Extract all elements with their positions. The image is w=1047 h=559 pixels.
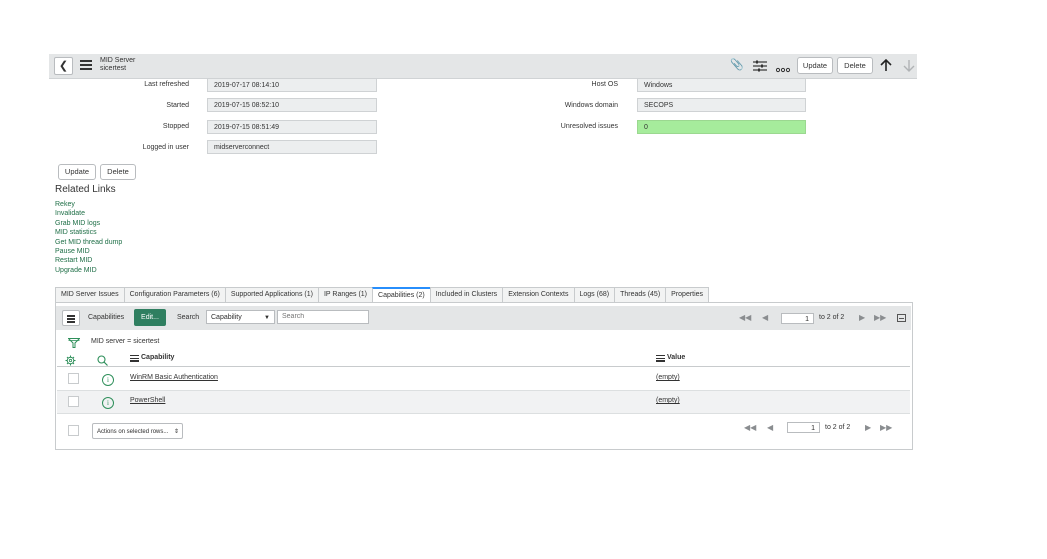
logged-in-user-label: Logged in user [142, 144, 189, 151]
link-pause-mid[interactable]: Pause MID [55, 248, 90, 255]
link-rekey[interactable]: Rekey [55, 201, 75, 208]
next-page-icon[interactable]: ▶ [859, 313, 865, 322]
chevron-updown-icon: ⇕ [173, 429, 179, 435]
link-get-mid-thread-dump[interactable]: Get MID thread dump [55, 239, 122, 246]
form-delete-button[interactable]: Delete [100, 164, 136, 180]
chevron-down-icon: ▼ [264, 315, 270, 321]
last-refreshed-field[interactable]: 2019-07-17 08:14:10 [207, 78, 377, 92]
page-input-bottom[interactable]: 1 [787, 422, 820, 433]
filter-icon[interactable] [67, 335, 81, 348]
link-upgrade-mid[interactable]: Upgrade MID [55, 267, 97, 274]
list-title: Capabilities [88, 314, 125, 321]
first-page-icon[interactable]: ◀◀ [739, 313, 751, 322]
last-refreshed-label: Last refreshed [144, 81, 189, 88]
hamburger-menu-icon [67, 315, 75, 323]
related-links-title: Related Links [55, 184, 116, 195]
host-os-field[interactable]: Windows [637, 78, 806, 92]
tab-supported-applications[interactable]: Supported Applications (1) [224, 287, 319, 302]
search-field-select[interactable]: Capability ▼ [206, 310, 275, 324]
windows-domain-label: Windows domain [564, 102, 618, 109]
last-page-icon[interactable]: ▶▶ [880, 423, 892, 432]
capability-link[interactable]: PowerShell [130, 397, 165, 404]
link-invalidate[interactable]: Invalidate [55, 210, 85, 217]
tab-properties[interactable]: Properties [665, 287, 710, 302]
page-total-top: to 2 of 2 [819, 314, 845, 321]
link-grab-mid-logs[interactable]: Grab MID logs [55, 220, 100, 227]
paperclip-icon[interactable]: 📎 [730, 59, 744, 71]
header-delete-button[interactable]: Delete [837, 57, 873, 74]
actions-select[interactable]: Actions on selected rows... ⇕ [92, 423, 183, 439]
unresolved-issues-label: Unresolved issues [560, 123, 618, 130]
sliders-icon[interactable] [753, 59, 767, 72]
related-list-tabs: MID Server Issues Configuration Paramete… [55, 287, 710, 302]
tab-extension-contexts[interactable]: Extension Contexts [502, 287, 575, 302]
search-field-value: Capability [211, 314, 242, 321]
header-update-button[interactable]: Update [797, 57, 833, 74]
tab-included-in-clusters[interactable]: Included in Clusters [429, 287, 504, 302]
gear-icon[interactable] [65, 353, 76, 366]
page-total-bottom: to 2 of 2 [825, 424, 851, 431]
page-input-top[interactable]: 1 [781, 313, 814, 324]
logged-in-user-field[interactable]: midserverconnect [207, 140, 377, 154]
host-os-label: Host OS [591, 81, 618, 88]
next-page-icon[interactable]: ▶ [865, 423, 871, 432]
tab-logs[interactable]: Logs (68) [573, 287, 616, 302]
info-icon[interactable]: i [102, 397, 114, 409]
column-header-value[interactable]: Value [667, 354, 685, 361]
row-divider [57, 413, 910, 414]
search-label: Search [177, 314, 200, 321]
last-page-icon[interactable]: ▶▶ [874, 313, 886, 322]
prev-page-icon[interactable]: ◀ [767, 423, 773, 432]
record-type-title: MID Server [100, 57, 136, 64]
search-input[interactable] [277, 310, 369, 324]
back-button[interactable]: ❮ [54, 57, 73, 75]
column-header-capability[interactable]: Capability [141, 354, 174, 361]
arrow-up-icon[interactable] [880, 58, 892, 72]
stopped-field[interactable]: 2019-07-15 08:51:49 [207, 120, 377, 134]
tab-mid-server-issues[interactable]: MID Server Issues [55, 287, 125, 302]
tab-capabilities[interactable]: Capabilities (2) [372, 287, 431, 302]
column-menu-icon[interactable] [130, 355, 139, 362]
table-row: i PowerShell (empty) [57, 391, 910, 413]
info-icon[interactable]: i [102, 374, 114, 386]
search-icon[interactable] [97, 353, 108, 366]
collapse-icon[interactable] [897, 314, 906, 322]
stopped-label: Stopped [162, 123, 189, 130]
tab-configuration-parameters[interactable]: Configuration Parameters (6) [123, 287, 226, 302]
first-page-icon[interactable]: ◀◀ [744, 423, 756, 432]
link-mid-statistics[interactable]: MID statistics [55, 229, 97, 236]
actions-select-value: Actions on selected rows... [97, 429, 169, 435]
table-row: i WinRM Basic Authentication (empty) [57, 368, 910, 390]
row-checkbox[interactable] [68, 396, 79, 407]
hamburger-menu-icon[interactable] [80, 60, 92, 70]
link-restart-mid[interactable]: Restart MID [55, 257, 92, 264]
prev-page-icon[interactable]: ◀ [762, 313, 768, 322]
list-menu-button[interactable] [62, 310, 80, 326]
column-menu-icon[interactable] [656, 355, 665, 362]
header-divider [57, 366, 910, 367]
started-label: Started [166, 102, 189, 109]
unresolved-issues-field[interactable]: 0 [637, 120, 806, 134]
form-update-button[interactable]: Update [58, 164, 96, 180]
value-link[interactable]: (empty) [656, 397, 680, 404]
tab-ip-ranges[interactable]: IP Ranges (1) [317, 287, 374, 302]
windows-domain-field[interactable]: SECOPS [637, 98, 806, 112]
started-field[interactable]: 2019-07-15 08:52:10 [207, 98, 377, 112]
chevron-left-icon: ❮ [58, 60, 69, 72]
select-all-checkbox[interactable] [68, 425, 79, 436]
capability-link[interactable]: WinRM Basic Authentication [130, 374, 218, 381]
tab-threads[interactable]: Threads (45) [614, 287, 667, 302]
value-link[interactable]: (empty) [656, 374, 680, 381]
row-checkbox[interactable] [68, 373, 79, 384]
filter-breadcrumb[interactable]: MID server = sicertest [91, 338, 159, 345]
arrow-down-icon[interactable] [903, 59, 915, 72]
edit-button[interactable]: Edit... [134, 309, 166, 326]
record-name: sicertest [100, 65, 127, 72]
more-options-icon[interactable] [775, 61, 791, 73]
